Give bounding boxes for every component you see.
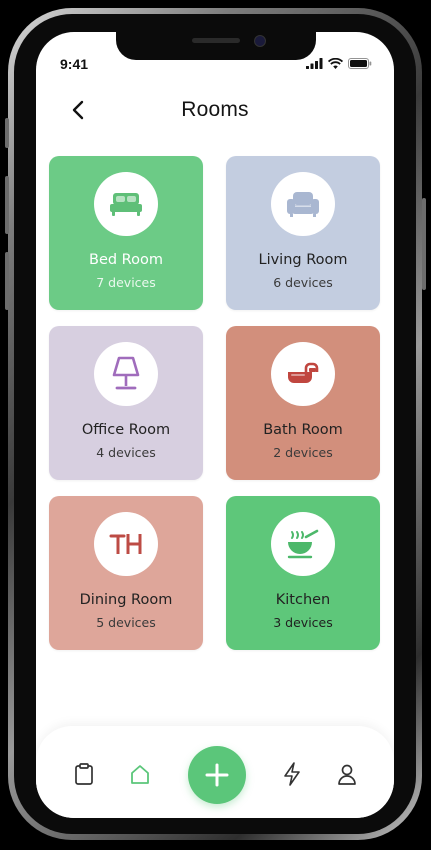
room-device-count: 7 devices — [96, 275, 156, 290]
signal-icon — [306, 58, 323, 69]
room-device-count: 4 devices — [96, 445, 156, 460]
volume-down-button — [5, 252, 9, 310]
wifi-icon — [328, 58, 343, 69]
clipboard-icon — [75, 763, 93, 785]
page-title: Rooms — [181, 98, 249, 121]
nav-home[interactable] — [126, 760, 154, 788]
lightning-icon — [284, 762, 300, 786]
phone-screen: 9:41 Rooms Bed Room 7 devices Living Roo… — [36, 32, 394, 818]
room-name: Office Room — [81, 422, 171, 438]
room-name: Kitchen — [275, 592, 331, 608]
room-card-dining-room[interactable]: Dining Room 5 devices — [49, 496, 203, 650]
home-icon — [131, 765, 149, 784]
nav-tasks[interactable] — [70, 760, 98, 788]
plus-icon — [205, 763, 229, 787]
dining-table-icon — [109, 534, 142, 554]
bathtub-icon — [288, 362, 319, 383]
room-card-office-room[interactable]: Office Room 4 devices — [49, 326, 203, 480]
lamp-icon — [112, 356, 140, 390]
room-name: Bed Room — [89, 252, 163, 268]
room-card-bath-room[interactable]: Bath Room 2 devices — [226, 326, 380, 480]
room-icon-badge — [94, 342, 158, 406]
volume-up-button — [5, 176, 9, 234]
room-name: Living Room — [258, 252, 348, 268]
battery-icon — [348, 58, 372, 69]
speaker — [192, 38, 240, 43]
sofa-icon — [287, 192, 319, 217]
cooking-pot-icon — [287, 529, 319, 559]
room-device-count: 6 devices — [273, 275, 333, 290]
room-name: Dining Room — [79, 592, 173, 608]
header: Rooms — [36, 94, 394, 130]
room-icon-badge — [271, 342, 335, 406]
notch — [116, 32, 316, 60]
nav-automation[interactable] — [278, 760, 306, 788]
room-device-count: 5 devices — [96, 615, 156, 630]
bed-icon — [110, 193, 142, 216]
silent-switch — [5, 118, 9, 148]
room-card-bed-room[interactable]: Bed Room 7 devices — [49, 156, 203, 310]
room-icon-badge — [94, 512, 158, 576]
room-device-count: 3 devices — [273, 615, 333, 630]
room-name: Bath Room — [263, 422, 343, 438]
status-icons — [306, 58, 372, 69]
room-card-kitchen[interactable]: Kitchen 3 devices — [226, 496, 380, 650]
room-device-count: 2 devices — [273, 445, 333, 460]
status-time: 9:41 — [60, 56, 89, 72]
front-camera — [254, 35, 266, 47]
user-icon — [338, 764, 356, 785]
room-card-living-room[interactable]: Living Room 6 devices — [226, 156, 380, 310]
power-button — [422, 198, 426, 290]
room-icon-badge — [94, 172, 158, 236]
bottom-nav — [36, 726, 394, 818]
add-button[interactable] — [188, 746, 246, 804]
room-icon-badge — [271, 512, 335, 576]
room-icon-badge — [271, 172, 335, 236]
nav-profile[interactable] — [333, 760, 361, 788]
